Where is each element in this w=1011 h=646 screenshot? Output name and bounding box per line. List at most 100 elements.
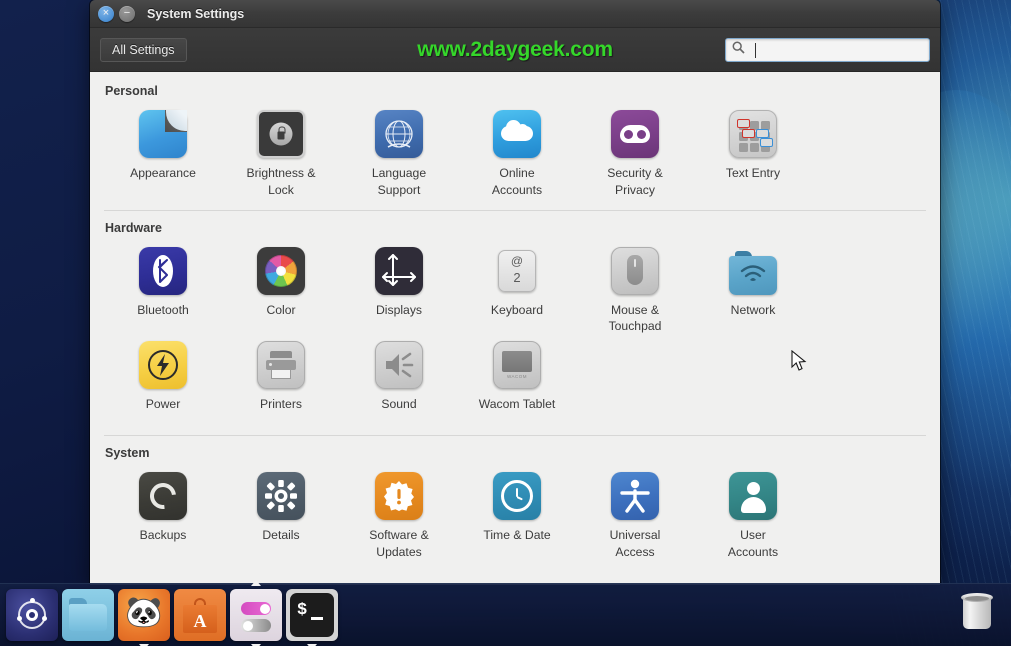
language-support-icon bbox=[375, 110, 423, 158]
settings-tile-time-date[interactable]: Time & Date bbox=[458, 466, 576, 561]
launcher-item-ubuntu-dash[interactable] bbox=[6, 589, 58, 641]
section-divider bbox=[104, 435, 926, 437]
launcher-item-firefox[interactable]: 🐼 bbox=[118, 589, 170, 646]
color-icon bbox=[257, 246, 305, 295]
settings-tile-software-updates[interactable]: Software & Updates bbox=[340, 466, 458, 561]
software-updates-icon bbox=[375, 472, 423, 521]
keyboard-icon: @ 2 bbox=[493, 247, 541, 295]
settings-tile-text-entry[interactable]: Text Entry bbox=[694, 104, 812, 199]
window-title: System Settings bbox=[147, 6, 245, 21]
launcher-item-files[interactable] bbox=[62, 589, 114, 641]
settings-tile-universal-access[interactable]: Universal Access bbox=[576, 466, 694, 561]
settings-tile-appearance[interactable]: Appearance bbox=[104, 104, 222, 199]
power-icon bbox=[139, 341, 187, 390]
tile-label: Details bbox=[262, 528, 300, 543]
close-icon[interactable]: × bbox=[98, 5, 114, 22]
backups-icon bbox=[139, 472, 187, 521]
software-center-letter: A bbox=[193, 611, 207, 631]
tile-label: Keyboard bbox=[490, 302, 544, 317]
search-icon bbox=[732, 41, 745, 59]
minimize-icon[interactable]: − bbox=[119, 5, 135, 22]
settings-tile-sound[interactable]: Sound bbox=[340, 335, 458, 413]
tile-label: Mouse & Touchpad bbox=[608, 302, 662, 334]
settings-tile-mouse-touchpad[interactable]: Mouse & Touchpad bbox=[576, 241, 694, 336]
tile-label: Security & Privacy bbox=[607, 166, 663, 197]
window-toolbar: All Settings www.2daygeek.com bbox=[90, 28, 940, 72]
section-title-personal: Personal bbox=[105, 84, 158, 98]
printers-icon bbox=[257, 341, 305, 390]
section-grid-hardware: Bluetooth Color Displays @ 2 Keyboard Mo… bbox=[104, 241, 926, 413]
system-settings-window: × − System Settings All Settings www.2da… bbox=[90, 0, 940, 585]
displays-icon bbox=[375, 246, 423, 295]
settings-tile-security-privacy[interactable]: Security & Privacy bbox=[576, 104, 694, 199]
time-date-icon bbox=[493, 472, 541, 521]
search-box[interactable] bbox=[725, 37, 930, 62]
settings-panel-content: Personal Appearance Brightness & Lock La… bbox=[90, 72, 940, 585]
launcher-item-system-settings[interactable] bbox=[230, 580, 282, 646]
all-settings-button[interactable]: All Settings bbox=[100, 37, 187, 62]
tile-label: Backups bbox=[139, 528, 187, 543]
settings-tile-power[interactable]: Power bbox=[104, 335, 222, 413]
launcher-item-software-center[interactable]: A bbox=[174, 589, 226, 641]
settings-tile-brightness-lock[interactable]: Brightness & Lock bbox=[222, 104, 340, 199]
settings-tile-printers[interactable]: Printers bbox=[222, 335, 340, 413]
tile-label: Displays bbox=[375, 302, 423, 317]
tile-label: Sound bbox=[381, 397, 417, 412]
settings-tile-language-support[interactable]: Language Support bbox=[340, 104, 458, 199]
settings-tile-details[interactable]: Details bbox=[222, 466, 340, 561]
network-icon bbox=[729, 247, 777, 295]
universal-access-icon bbox=[611, 472, 659, 521]
settings-tile-color[interactable]: Color bbox=[222, 241, 340, 336]
section-title-system: System bbox=[105, 446, 150, 461]
tile-label: Bluetooth bbox=[137, 302, 189, 317]
keyboard-key-top: @ bbox=[510, 253, 524, 268]
tile-label: Power bbox=[145, 397, 181, 412]
tile-label: Universal Access bbox=[609, 528, 661, 559]
tile-label: Color bbox=[266, 302, 296, 317]
tile-label: Printers bbox=[260, 397, 302, 412]
appearance-icon bbox=[139, 110, 187, 158]
wacom-tablet-icon: WACOM bbox=[493, 341, 541, 390]
tile-label: Time & Date bbox=[483, 528, 551, 543]
mouse-touchpad-icon bbox=[611, 246, 659, 295]
settings-tile-network[interactable]: Network bbox=[694, 241, 812, 336]
bluetooth-icon bbox=[139, 246, 187, 295]
tile-label: User Accounts bbox=[727, 528, 779, 559]
terminal-prompt: $ bbox=[297, 601, 308, 620]
focused-indicator bbox=[251, 580, 261, 586]
security-privacy-icon bbox=[611, 110, 659, 158]
online-accounts-icon bbox=[493, 110, 541, 158]
tile-label: Brightness & Lock bbox=[246, 166, 316, 197]
tile-label: Software & Updates bbox=[369, 528, 429, 559]
wacom-brand-text: WACOM bbox=[506, 374, 528, 380]
brightness-lock-icon bbox=[257, 110, 305, 158]
settings-tile-wacom-tablet[interactable]: WACOM Wacom Tablet bbox=[458, 335, 576, 413]
details-icon bbox=[257, 472, 305, 521]
keyboard-key-bottom: 2 bbox=[513, 269, 521, 285]
sound-icon bbox=[375, 341, 423, 390]
window-titlebar: × − System Settings bbox=[90, 0, 940, 28]
tile-label: Wacom Tablet bbox=[478, 397, 556, 412]
section-grid-personal: Appearance Brightness & Lock Language Su… bbox=[104, 104, 926, 199]
settings-tile-bluetooth[interactable]: Bluetooth bbox=[104, 241, 222, 336]
text-entry-icon bbox=[729, 110, 777, 158]
settings-tile-online-accounts[interactable]: Online Accounts bbox=[458, 104, 576, 199]
firefox-glyph: 🐼 bbox=[125, 596, 163, 629]
unity-launcher-bar: 🐼 A $ bbox=[0, 580, 1011, 646]
tile-label: Appearance bbox=[130, 166, 196, 180]
tile-label: Network bbox=[730, 302, 776, 317]
launcher-item-terminal[interactable]: $ bbox=[286, 589, 338, 646]
section-title-hardware: Hardware bbox=[105, 220, 162, 235]
tile-label: Online Accounts bbox=[491, 166, 543, 197]
settings-tile-user-accounts[interactable]: User Accounts bbox=[694, 466, 812, 561]
settings-tile-displays[interactable]: Displays bbox=[340, 241, 458, 336]
user-accounts-icon bbox=[729, 472, 777, 521]
launcher-item-trash[interactable] bbox=[951, 588, 1003, 640]
settings-tile-keyboard[interactable]: @ 2 Keyboard bbox=[458, 241, 576, 336]
search-input[interactable] bbox=[750, 42, 923, 57]
section-grid-system: Backups Details Software & Updates Time … bbox=[104, 466, 926, 561]
settings-tile-backups[interactable]: Backups bbox=[104, 466, 222, 561]
text-caret bbox=[755, 42, 756, 58]
tile-label: Language Support bbox=[371, 166, 427, 197]
section-divider bbox=[104, 209, 926, 211]
